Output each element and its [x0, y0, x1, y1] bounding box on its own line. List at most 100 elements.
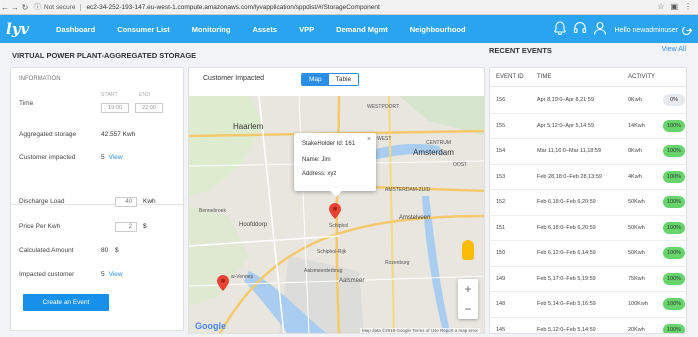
page-title: VIRTUAL POWER PLANT-AGGREGATED STORAGE	[12, 51, 197, 60]
event-time-cell: Feb 5,12:0–Feb 5,14:59	[537, 326, 596, 333]
event-time-cell: Apr 8,19:0–Apr 8,21:59	[537, 97, 594, 103]
nav-assets[interactable]: Assets	[241, 25, 288, 34]
event-id-cell: 153	[496, 173, 506, 180]
calculated-amount-unit: $	[115, 247, 119, 254]
completion-badge: 100%	[663, 170, 685, 183]
discharge-load-input[interactable]: 40	[115, 197, 137, 207]
reload-icon[interactable]: ↻	[20, 3, 30, 12]
impacted-customer-value: 5	[101, 271, 105, 278]
view-all-link[interactable]: View All	[662, 46, 686, 53]
forward-icon[interactable]: →	[10, 3, 20, 12]
recent-events-table: EVENT ID TIME ACTIVITY 156 Apr 8,19:0–Apr…	[489, 67, 687, 334]
completion-badge: 100%	[663, 272, 685, 285]
bookmark-star-icon[interactable]: ☆	[657, 2, 664, 11]
label-schiphol-rijk: Schiphol-Rijk	[317, 249, 347, 255]
table-row[interactable]: 153 Feb 28,18:0–Feb 28,13:59 4Kwh 100%	[490, 165, 686, 190]
stakeholder-name: Name: Jim	[302, 157, 331, 163]
extension-icon[interactable]: ▣	[670, 2, 678, 11]
bell-icon[interactable]	[552, 20, 568, 36]
menu-icon[interactable]: ⋮	[684, 2, 692, 11]
event-time-cell: Feb 5,17:0–Feb 5,19:59	[537, 275, 596, 282]
event-time-cell: Feb 6,18:0–Feb 6,20:59	[537, 199, 596, 205]
event-time-cell: Feb 6,12:0–Feb 6,14:59	[537, 250, 596, 256]
end-time-input[interactable]: 22:00	[135, 103, 163, 113]
completion-badge: 100%	[663, 247, 685, 259]
nav-consumer-list[interactable]: Consumer List	[106, 25, 181, 34]
zoom-out-button[interactable]: −	[458, 299, 478, 319]
customer-impacted-view-link[interactable]: View	[109, 154, 123, 161]
label-amsterdam: Amsterdam	[413, 148, 454, 157]
zoom-in-button[interactable]: +	[458, 279, 478, 299]
event-activity-cell: 20Kwh	[628, 326, 645, 333]
calculated-amount-value: 80	[101, 247, 109, 254]
price-per-kwh-input[interactable]: 2	[115, 222, 137, 232]
google-map[interactable]: Haarlem Amsterdam WESTPOORT CENTRUM OOST…	[189, 96, 484, 333]
price-per-kwh-label: Price Per Kwh	[19, 223, 61, 230]
table-row[interactable]: 151 Feb 6,18:0–Feb 6,20:59 50Kwh 100%	[490, 216, 686, 241]
event-activity-cell: 75Kwh	[628, 275, 645, 282]
nav-dashboard[interactable]: Dashboard	[56, 25, 106, 34]
nav-monitoring[interactable]: Monitoring	[181, 25, 242, 34]
table-row[interactable]: 145 Feb 5,12:0–Feb 5,14:59 20Kwh 100%	[490, 318, 686, 333]
label-aalsmeerderbrug: Aalsmeerderbrug	[304, 268, 343, 274]
event-id-cell: 156	[496, 97, 506, 103]
label-rozenburg: Rozenburg	[385, 260, 410, 266]
support-headset-icon[interactable]	[572, 20, 588, 36]
nav-neighbourhood[interactable]: Neighbourhood	[399, 25, 477, 34]
street-view-pegman-icon[interactable]	[462, 240, 474, 260]
customer-impacted-row: 5 View	[101, 154, 123, 161]
tab-map[interactable]: Map	[302, 74, 329, 85]
completion-badge: 100%	[663, 323, 685, 333]
impacted-customer-view-link[interactable]: View	[109, 271, 123, 278]
close-icon[interactable]: ×	[367, 136, 371, 143]
nav-demand-mgmt[interactable]: Demand Mgmt	[325, 25, 399, 34]
label-haarlem: Haarlem	[233, 122, 264, 131]
logout-icon[interactable]	[681, 25, 692, 36]
label-bennebroek: Bennebroek	[199, 208, 226, 214]
table-row[interactable]: 150 Feb 6,12:0–Feb 6,14:59 50Kwh 100%	[490, 241, 686, 267]
table-header: EVENT ID TIME ACTIVITY	[490, 68, 686, 87]
table-row[interactable]: 156 Apr 8,19:0–Apr 8,21:59 0Kwh 0%	[490, 88, 686, 114]
completion-badge: 100%	[663, 145, 685, 157]
table-row[interactable]: 148 Feb 5,14:0–Feb 5,16:59 100Kwh 100%	[490, 292, 686, 318]
label-amstelveen: Amstelveen	[399, 215, 431, 221]
event-activity-cell: 100Kwh	[628, 301, 648, 307]
table-row[interactable]: 149 Feb 5,17:0–Feb 5,19:59 75Kwh 100%	[490, 267, 686, 292]
map-panel: Customer Impacted Map Table Haarlem Amst…	[188, 67, 485, 334]
event-time-cell: Feb 5,14:0–Feb 5,16:59	[537, 301, 596, 307]
discharge-load-label: Discharge Load	[19, 198, 65, 205]
customer-impacted-label: Customer impacted	[19, 154, 76, 161]
label-w-vennep: w-Vennep	[231, 274, 254, 280]
address-bar[interactable]: ⓘ Not secure ec2-34-252-193-147.eu-west-…	[34, 1, 634, 13]
map-credits[interactable]: Map data ©2019 Google Terms of Use Repor…	[359, 328, 480, 333]
url-text[interactable]: ec2-34-252-193-147.eu-west-1.compute.ama…	[86, 4, 379, 11]
nav-vpp[interactable]: VPP	[288, 25, 325, 34]
event-id-cell: 148	[496, 301, 506, 307]
event-activity-cell: 14Kwh	[628, 122, 645, 129]
table-row[interactable]: 155 Apr 5,12:0–Apr 5,14:59 14Kwh 100%	[490, 114, 686, 139]
table-row[interactable]: 152 Feb 6,18:0–Feb 6,20:59 50Kwh 100%	[490, 190, 686, 216]
event-activity-cell: 0Kwh	[628, 97, 642, 103]
tab-table[interactable]: Table	[328, 74, 359, 85]
user-profile-icon[interactable]	[592, 20, 608, 36]
google-logo-text: Google	[195, 321, 226, 331]
info-icon[interactable]: ⓘ	[34, 2, 41, 12]
event-id-cell: 151	[496, 224, 506, 231]
lyv-logo[interactable]: lyv	[6, 18, 36, 40]
price-unit: $	[143, 223, 147, 230]
google-logo: Google	[195, 321, 226, 331]
start-time-input[interactable]: 19:00	[101, 103, 129, 113]
event-activity-cell: 50Kwh	[628, 199, 645, 205]
information-label: INFORMATION	[19, 76, 61, 82]
map-marker-icon[interactable]	[217, 275, 229, 291]
back-icon[interactable]: ←	[0, 3, 10, 12]
table-row[interactable]: 154 Mar 11,16:0–Mar 11,18:59 0Kwh 100%	[490, 139, 686, 165]
aggregated-storage-value: 42.557 Kwh	[101, 131, 136, 138]
customer-impacted-title: Customer Impacted	[203, 75, 265, 82]
label-west: WEST	[377, 136, 392, 142]
map-marker-icon[interactable]	[329, 203, 341, 219]
end-header: END	[139, 92, 151, 98]
label-oost: OOST	[453, 162, 468, 168]
label-aalsmeer: Aalsmeer	[339, 278, 365, 284]
create-event-button[interactable]: Create an Event	[23, 294, 109, 311]
